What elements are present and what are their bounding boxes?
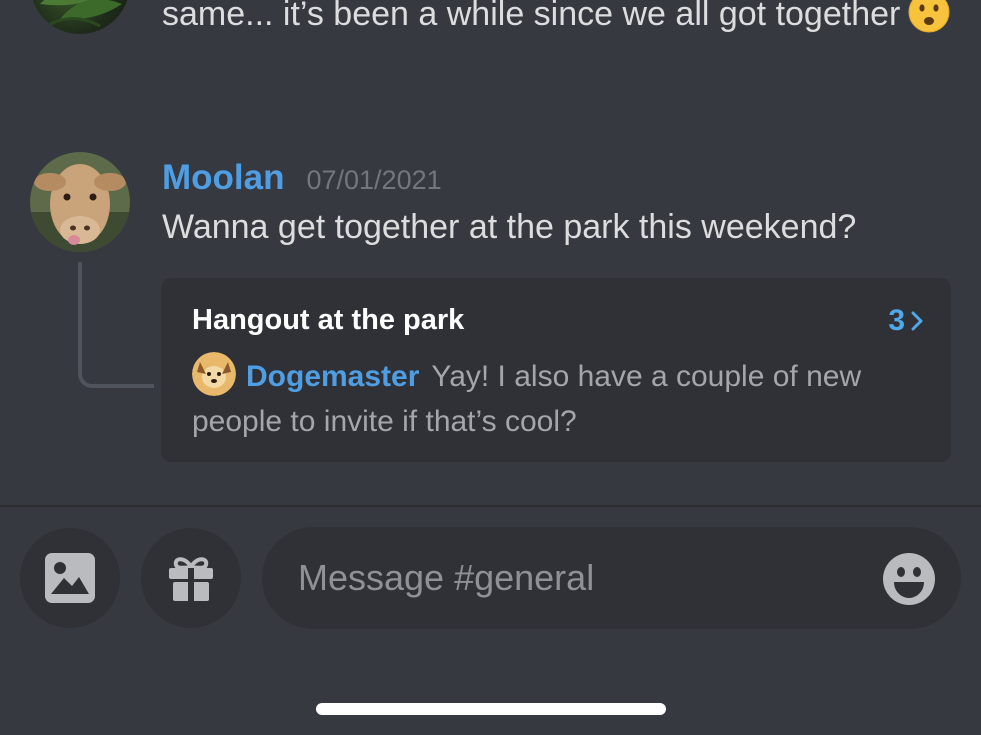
composer-divider	[0, 505, 981, 507]
gift-button[interactable]	[141, 528, 241, 628]
chevron-right-icon	[911, 311, 923, 331]
message-timestamp: 07/01/2021	[306, 165, 442, 195]
thread-latest-message: Dogemaster Yay! I also have a couple of n…	[192, 352, 922, 444]
message-input-placeholder: Message #general	[298, 557, 595, 598]
home-indicator[interactable]	[316, 703, 666, 715]
emoji-picker-button[interactable]	[882, 552, 936, 606]
image-icon	[45, 553, 95, 603]
preview-author-name[interactable]: Dogemaster	[246, 360, 419, 393]
gift-icon	[169, 557, 213, 601]
thread-connector-line	[78, 262, 154, 388]
thread-preview-card[interactable]: Hangout at the park 3 Dogemaster Yay! I a…	[161, 278, 951, 462]
thread-message-count[interactable]: 3	[888, 304, 923, 338]
previous-message-text: same... it’s been a while since we all g…	[162, 0, 952, 42]
cow-avatar-image	[30, 152, 130, 252]
frowning-face-icon	[908, 0, 950, 33]
author-avatar[interactable]	[30, 152, 130, 252]
thread-title: Hangout at the park	[192, 304, 465, 336]
message-input[interactable]: Message #general	[262, 527, 961, 629]
author-name[interactable]: Moolan	[162, 158, 284, 198]
previous-message-body: same... it’s been a while since we all g…	[162, 0, 901, 33]
message-header: Moolan 07/01/2021	[162, 158, 442, 202]
plant-avatar-image	[40, 0, 122, 28]
dogemaster-avatar[interactable]	[192, 352, 236, 396]
thread-count-value: 3	[888, 304, 905, 337]
attach-image-button[interactable]	[20, 528, 120, 628]
smile-emoji-icon	[883, 553, 935, 605]
message-body: Wanna get together at the park this week…	[162, 208, 857, 246]
previous-author-avatar[interactable]	[30, 0, 130, 34]
chat-area[interactable]: same... it’s been a while since we all g…	[0, 0, 981, 505]
